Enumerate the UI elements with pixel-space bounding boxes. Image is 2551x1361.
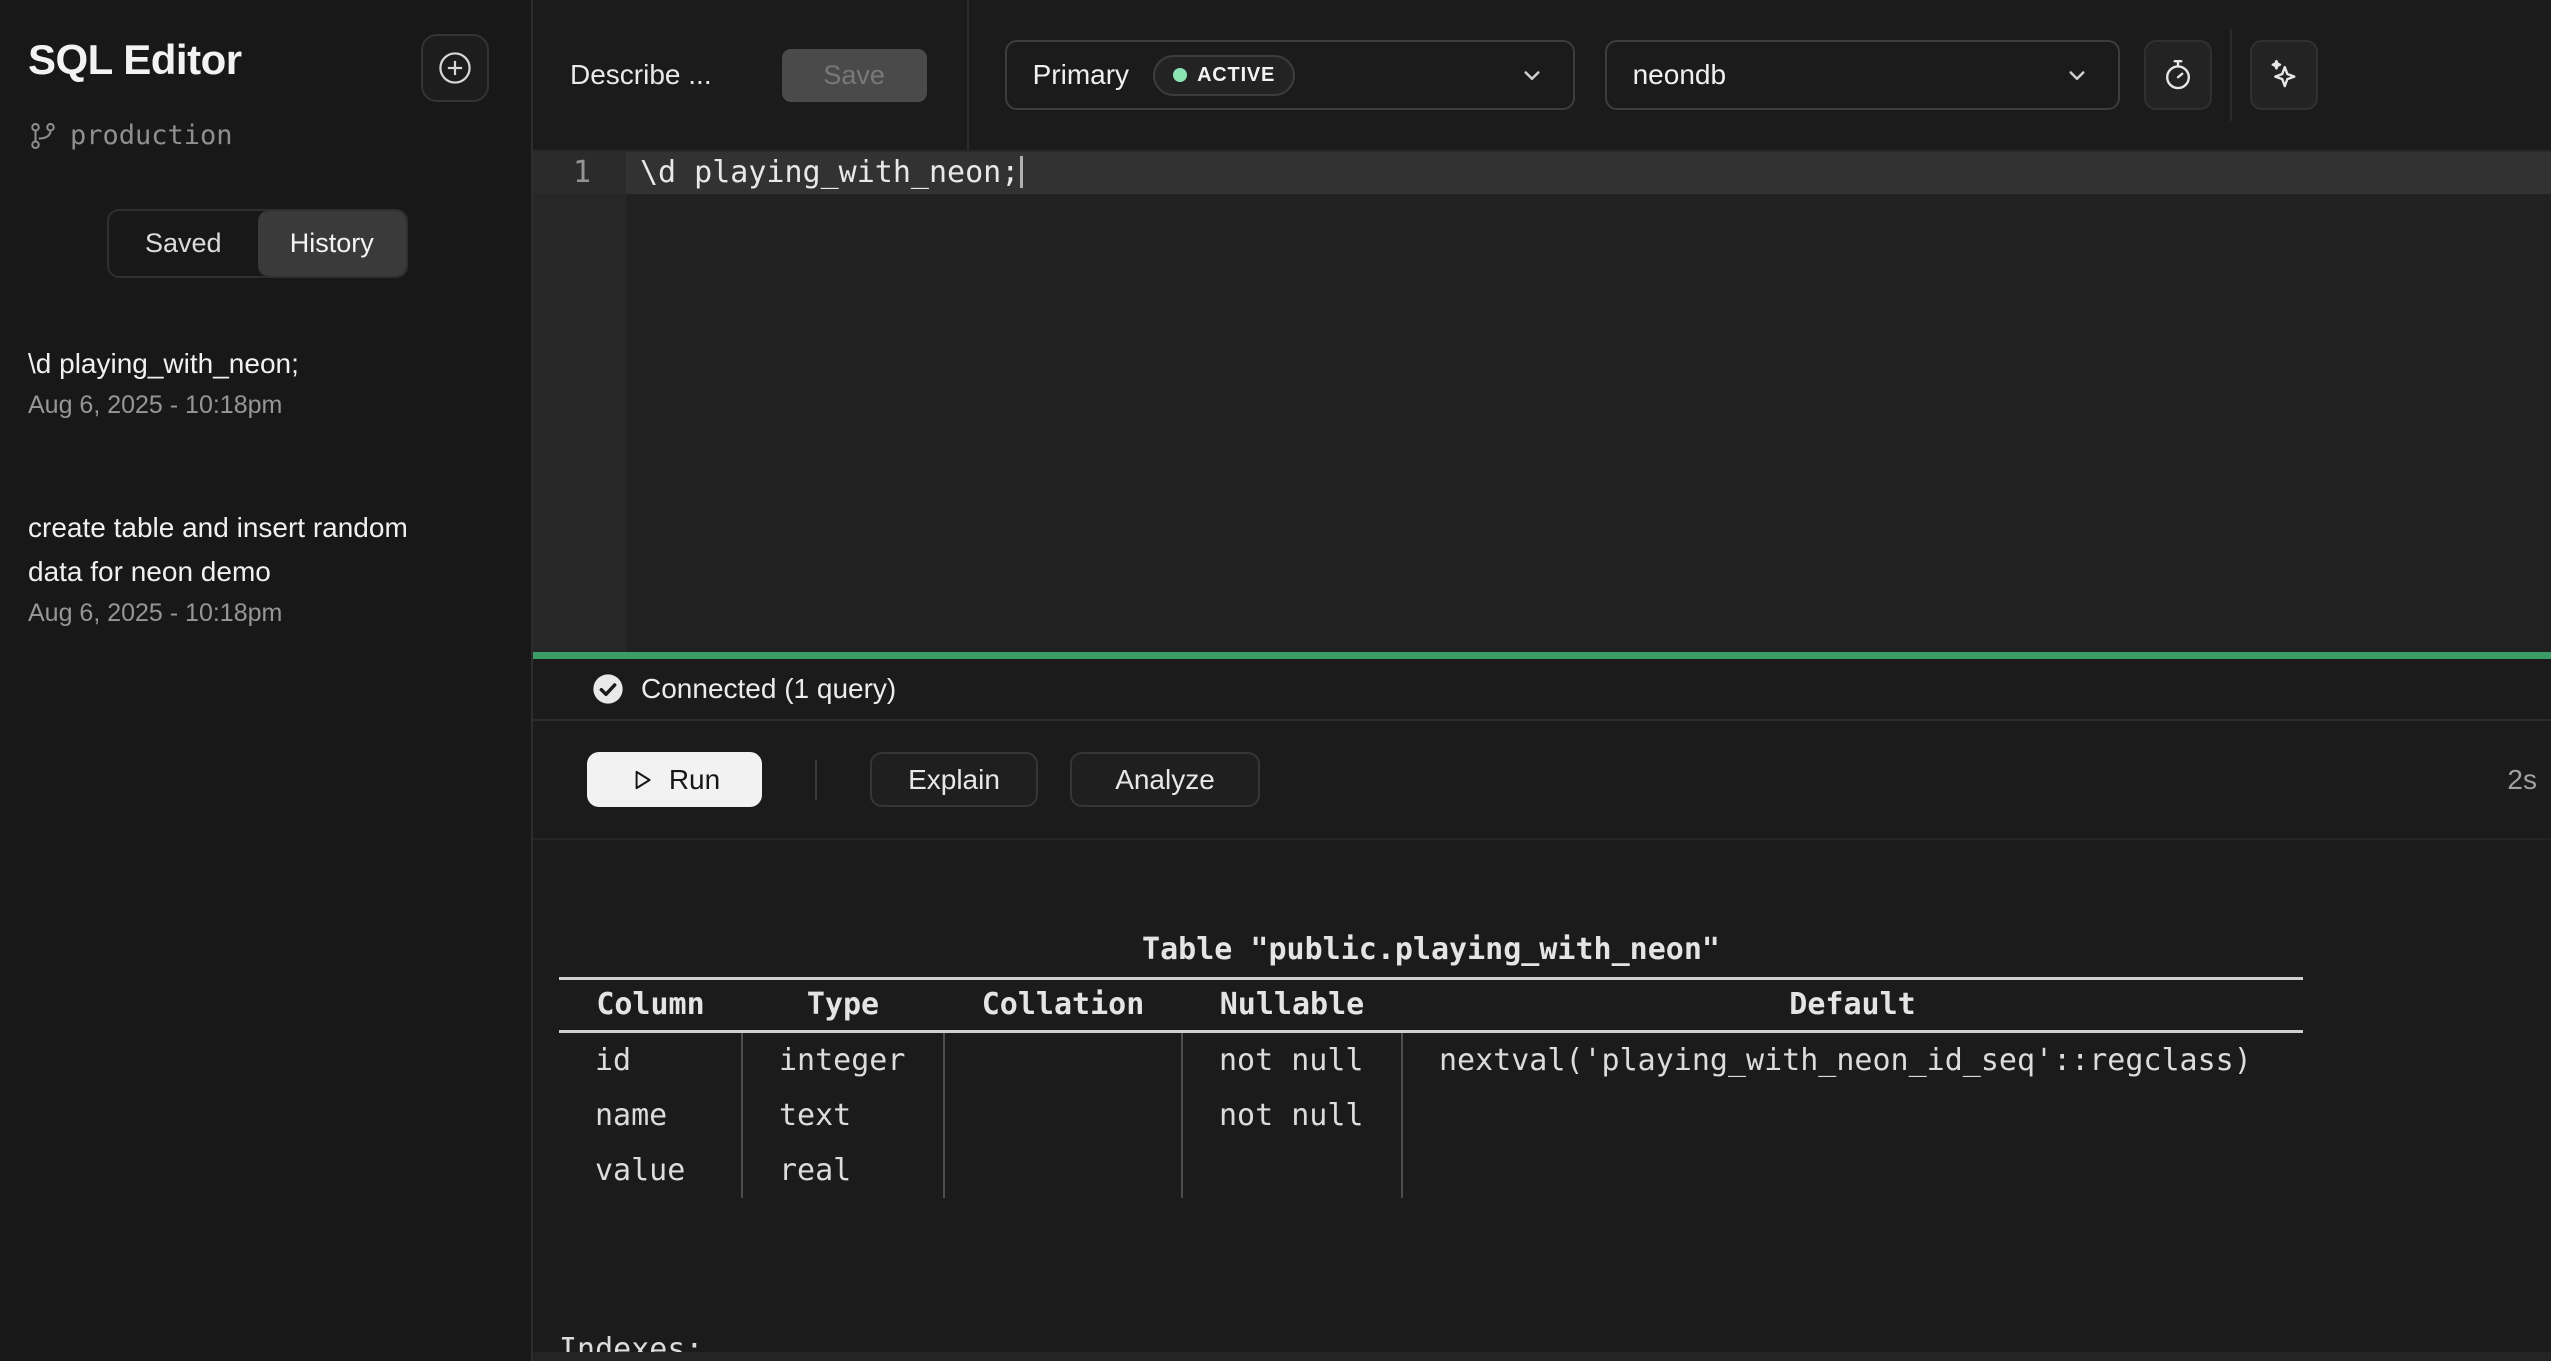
chevron-down-icon — [1517, 60, 1547, 90]
plus-circle-icon — [436, 49, 474, 87]
sql-editor[interactable]: 1 \d playing_with_neon; — [533, 152, 2551, 652]
query-title[interactable]: Describe ... — [570, 59, 712, 91]
sparkles-icon — [2265, 56, 2303, 94]
cell — [944, 1143, 1182, 1198]
sidebar: SQL Editor — [0, 0, 533, 1361]
column-header: Type — [742, 979, 944, 1032]
chevron-down-icon — [2062, 60, 2092, 90]
play-icon — [629, 767, 655, 793]
result-table-title: Table "public.playing_with_neon" — [559, 922, 2303, 977]
cell: real — [742, 1143, 944, 1198]
action-bar-divider — [815, 760, 817, 800]
cell: value — [559, 1143, 742, 1198]
table-row: value real — [559, 1143, 2303, 1198]
cell — [944, 1032, 1182, 1089]
query-history-button[interactable] — [2144, 40, 2212, 110]
column-header: Nullable — [1182, 979, 1402, 1032]
connection-status-text: Connected (1 query) — [641, 673, 896, 705]
cell: name — [559, 1088, 742, 1143]
history-item[interactable]: create table and insert random data for … — [28, 506, 503, 628]
psql-output: Table "public.playing_with_neon" Column … — [559, 922, 2303, 1361]
history-list: \d playing_with_neon; Aug 6, 2025 - 10:1… — [28, 342, 503, 628]
line-number: 1 — [533, 152, 626, 194]
main-panel: Describe ... Save Primary ACTIVE neondb — [533, 0, 2551, 1361]
page-title: SQL Editor — [28, 36, 242, 84]
history-item-title: \d playing_with_neon; — [28, 342, 468, 386]
connection-status-bar: Connected (1 query) — [533, 659, 2551, 721]
result-header-row: Column Type Collation Nullable Default — [559, 979, 2303, 1032]
cell: not null — [1182, 1032, 1402, 1089]
ai-assistant-button[interactable] — [2250, 40, 2318, 110]
column-header: Default — [1402, 979, 2303, 1032]
status-badge: ACTIVE — [1153, 55, 1295, 96]
check-circle-icon — [592, 673, 624, 705]
saved-history-toggle: Saved History — [107, 209, 408, 278]
cell: nextval('playing_with_neon_id_seq'::regc… — [1402, 1032, 2303, 1089]
table-row: name text not null — [559, 1088, 2303, 1143]
explain-button[interactable]: Explain — [870, 752, 1038, 807]
table-row: id integer not null nextval('playing_wit… — [559, 1032, 2303, 1089]
branch-indicator: production — [28, 120, 503, 151]
new-query-button[interactable] — [421, 34, 489, 102]
sidebar-header: SQL Editor — [28, 36, 503, 102]
results-panel: Table "public.playing_with_neon" Column … — [533, 840, 2551, 1361]
history-item[interactable]: \d playing_with_neon; Aug 6, 2025 - 10:1… — [28, 342, 503, 420]
analyze-button[interactable]: Analyze — [1070, 752, 1260, 807]
run-button-label: Run — [669, 764, 720, 796]
toolbar-divider — [967, 0, 969, 150]
query-duration: 2s — [2507, 764, 2541, 796]
active-dot-icon — [1173, 68, 1187, 82]
editor-gutter — [533, 152, 626, 652]
database-select-value: neondb — [1633, 59, 1726, 91]
cell: id — [559, 1032, 742, 1089]
toolbar-divider — [2230, 29, 2232, 121]
history-item-title: create table and insert random data for … — [28, 506, 468, 594]
action-bar: Run Explain Analyze 2s — [533, 721, 2551, 840]
branch-select-value: Primary — [1033, 59, 1129, 91]
branch-name: production — [70, 120, 233, 151]
status-badge-label: ACTIVE — [1197, 64, 1275, 87]
indexes-block: Indexes: "playing_with_neon_pkey" PRIMAR… — [559, 1212, 2303, 1361]
code-text[interactable]: \d playing_with_neon; — [626, 152, 2551, 194]
stopwatch-icon — [2160, 57, 2196, 93]
git-branch-icon — [28, 121, 58, 151]
app-window: SQL Editor — [0, 0, 2551, 1361]
cell — [1402, 1143, 2303, 1198]
result-table: Column Type Collation Nullable Default i… — [559, 977, 2303, 1198]
code-content: \d playing_with_neon; — [640, 155, 1019, 190]
branch-select[interactable]: Primary ACTIVE — [1005, 40, 1575, 110]
history-item-timestamp: Aug 6, 2025 - 10:18pm — [28, 391, 503, 420]
editor-active-line[interactable]: 1 \d playing_with_neon; — [533, 152, 2551, 194]
database-select[interactable]: neondb — [1605, 40, 2120, 110]
cell: text — [742, 1088, 944, 1143]
cell — [1402, 1088, 2303, 1143]
toolbar: Describe ... Save Primary ACTIVE neondb — [533, 0, 2551, 152]
tab-history[interactable]: History — [258, 211, 407, 276]
text-cursor — [1020, 156, 1023, 188]
query-progress-bar — [533, 652, 2551, 659]
history-item-timestamp: Aug 6, 2025 - 10:18pm — [28, 599, 503, 628]
column-header: Column — [559, 979, 742, 1032]
save-button[interactable]: Save — [782, 49, 927, 102]
cell: integer — [742, 1032, 944, 1089]
run-button[interactable]: Run — [587, 752, 762, 807]
cell: not null — [1182, 1088, 1402, 1143]
cell — [1182, 1143, 1402, 1198]
tab-saved[interactable]: Saved — [109, 211, 258, 276]
horizontal-scrollbar-track — [533, 1352, 2551, 1361]
column-header: Collation — [944, 979, 1182, 1032]
cell — [944, 1088, 1182, 1143]
